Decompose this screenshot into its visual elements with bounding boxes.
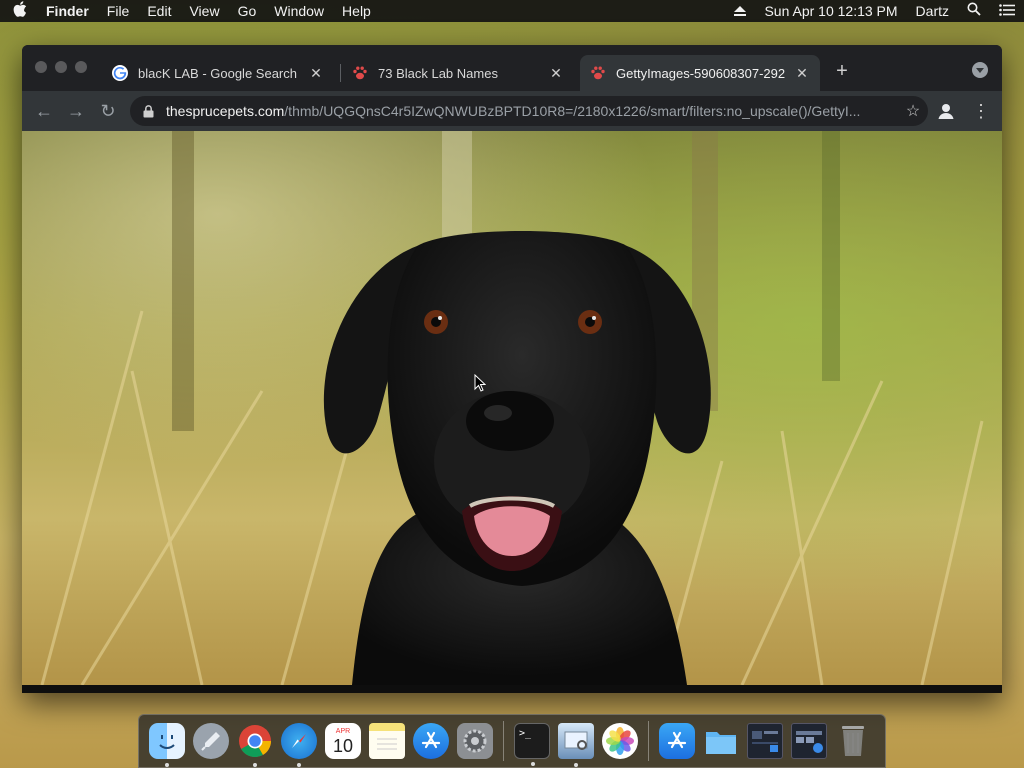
calendar-icon[interactable]: APR 10 [325,723,361,759]
tab-search-chevron-icon[interactable] [972,62,988,78]
running-indicator [165,763,169,767]
terminal-icon[interactable]: >_ [514,723,550,766]
menu-bar: Finder File Edit View Go Window Help Sun… [0,0,1024,22]
notification-center-icon[interactable] [990,0,1024,22]
tab-divider [340,64,341,82]
tab-close-icon[interactable]: ✕ [794,65,810,82]
menu-window[interactable]: Window [265,0,333,22]
tab-google-search[interactable]: blacK LAB - Google Search ✕ [102,55,334,91]
browser-toolbar: ← → ↻ thesprucepets.com/thmb/UQGQnsC4r5I… [22,91,1002,131]
tab-title: blacK LAB - Google Search [138,65,297,81]
url-host: thesprucepets.com [166,103,285,119]
url-path: /thmb/UQGQnsC4r5IZwQNWUBzBPTD10R8=/2180x… [284,103,861,119]
lock-icon[interactable] [130,104,166,118]
safari-icon[interactable] [281,723,317,767]
eject-icon[interactable] [725,6,755,16]
chrome-menu-icon[interactable]: ⋮ [972,101,990,121]
google-icon [112,65,128,81]
tab-close-icon[interactable]: ✕ [308,65,324,82]
tab-strip: blacK LAB - Google Search ✕ 73 Black Lab… [22,45,1002,91]
menu-view[interactable]: View [180,0,228,22]
menubar-user[interactable]: Dartz [907,0,958,22]
tab-black-lab-names[interactable]: 73 Black Lab Names ✕ [342,55,574,91]
chrome-icon[interactable] [237,723,273,767]
menu-file[interactable]: File [98,0,139,22]
dock: APR 10 >_ [138,714,886,768]
preview-icon[interactable] [558,723,594,767]
window-minimize-button[interactable] [55,61,67,73]
app-store-folder-icon[interactable] [659,723,695,759]
apple-menu-icon[interactable] [0,1,40,21]
image-viewport [22,131,1002,685]
address-bar[interactable]: thesprucepets.com/thmb/UQGQnsC4r5IZwQNWU… [130,96,928,126]
url-text: thesprucepets.com/thmb/UQGQnsC4r5IZwQNWU… [166,103,898,119]
window-zoom-button[interactable] [75,61,87,73]
new-tab-plus-icon[interactable]: + [830,59,854,83]
menu-help[interactable]: Help [333,0,380,22]
dock-separator [648,721,649,761]
dock-separator [503,721,504,761]
menu-edit[interactable]: Edit [138,0,180,22]
screenshot-icon-2[interactable] [791,723,827,759]
mouse-pointer-icon [474,374,486,392]
documents-folder-icon[interactable] [703,723,739,759]
reload-icon[interactable]: ↻ [94,97,122,125]
forward-arrow-icon[interactable]: → [62,97,90,125]
paw-icon [590,65,606,81]
notes-icon[interactable] [369,723,405,759]
spotlight-search-icon[interactable] [958,0,990,22]
bookmark-star-icon[interactable]: ☆ [898,101,928,121]
launchpad-icon[interactable] [193,723,229,759]
finder-icon[interactable] [149,723,185,767]
tab-close-icon[interactable]: ✕ [548,65,564,82]
running-indicator [531,762,535,766]
app-store-icon[interactable] [413,723,449,759]
calendar-month: APR [335,727,351,735]
running-indicator [574,763,578,767]
tab-title: GettyImages-590608307-292 [616,65,786,81]
menu-go[interactable]: Go [229,0,266,22]
tab-gettyimages[interactable]: GettyImages-590608307-292 ✕ [580,55,820,91]
window-bottom-edge [22,685,1002,693]
menu-app-name[interactable]: Finder [40,0,98,22]
back-arrow-icon[interactable]: ← [30,97,58,125]
screenshot-icon[interactable] [747,723,783,759]
system-preferences-icon[interactable] [457,723,493,759]
paw-icon [352,65,368,81]
trash-icon[interactable] [835,723,871,759]
menubar-clock[interactable]: Sun Apr 10 12:13 PM [755,0,906,22]
tab-title: 73 Black Lab Names [378,65,498,81]
calendar-day: 10 [332,735,354,756]
profile-avatar-icon[interactable] [936,101,956,121]
photos-icon[interactable] [602,723,638,759]
window-close-button[interactable] [35,61,47,73]
browser-window: blacK LAB - Google Search ✕ 73 Black Lab… [22,45,1002,693]
black-labrador-photo [22,131,1002,685]
running-indicator [297,763,301,767]
running-indicator [253,763,257,767]
